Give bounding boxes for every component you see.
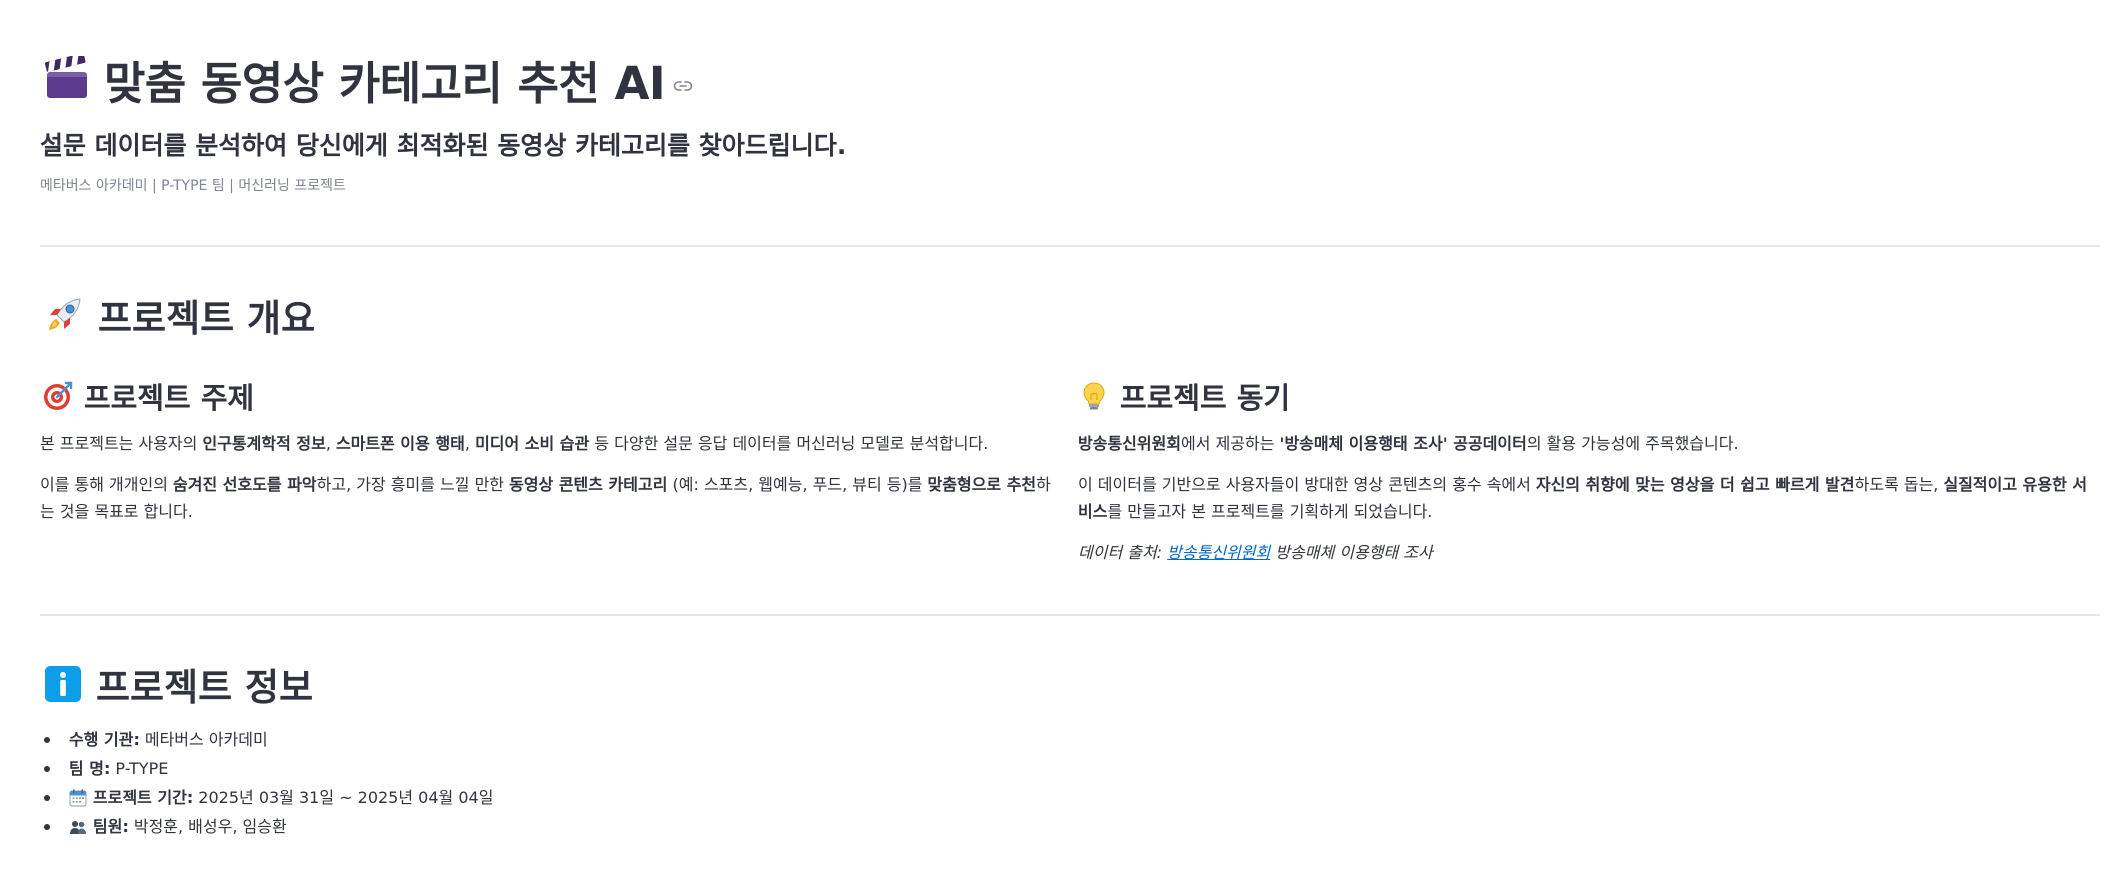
subsection-title-motive: 프로젝트 동기 bbox=[1078, 375, 1290, 417]
info-icon bbox=[45, 666, 81, 702]
project-info-list: 수행 기관: 메타버스 아카데미 팀 명: P-TYPE 프로젝트 기간: 20… bbox=[40, 725, 493, 841]
light-bulb-icon bbox=[1083, 382, 1105, 410]
motive-paragraph-1: 방송통신위원회에서 제공하는 '방송매체 이용행태 조사' 공공데이터의 활용 … bbox=[1078, 434, 1739, 453]
data-source-link[interactable]: 방송통신위원회 bbox=[1167, 543, 1270, 562]
page-subtitle: 설문 데이터를 분석하여 당신에게 최적화된 동영상 카테고리를 찾아드립니다. bbox=[40, 131, 847, 160]
motive-paragraph-2: 이 데이터를 기반으로 사용자들이 방대한 영상 콘텐츠의 홍수 속에서 자신의… bbox=[1078, 475, 2088, 521]
target-icon bbox=[44, 381, 73, 410]
topic-paragraph-2: 이를 통해 개개인의 숨겨진 선호도를 파악하고, 가장 흥미를 느낄 만한 동… bbox=[40, 475, 1051, 521]
section-title-overview: 프로젝트 개요 bbox=[44, 288, 315, 342]
list-item: 프로젝트 기간: 2025년 03월 31일 ~ 2025년 04월 04일 bbox=[40, 783, 493, 812]
page-caption: 메타버스 아카데미 | P-TYPE 팀 | 머신러닝 프로젝트 bbox=[40, 178, 346, 194]
divider bbox=[40, 614, 2100, 616]
clapper-board-icon bbox=[45, 56, 87, 98]
people-icon bbox=[70, 820, 86, 834]
rocket-icon bbox=[49, 298, 81, 330]
divider bbox=[40, 245, 2100, 247]
list-item: 수행 기관: 메타버스 아카데미 bbox=[40, 725, 493, 754]
data-source-note: 데이터 출처: 방송통신위원회 방송매체 이용행태 조사 bbox=[1078, 543, 1433, 562]
link-icon[interactable] bbox=[673, 76, 693, 96]
topic-paragraph-1: 본 프로젝트는 사용자의 인구통계학적 정보, 스마트폰 이용 행태, 미디어 … bbox=[40, 434, 989, 453]
page-title-row: 맞춤 동영상 카테고리 추천 AI bbox=[44, 44, 693, 114]
list-item: 팀 명: P-TYPE bbox=[40, 754, 493, 783]
section-title-info: 프로젝트 정보 bbox=[44, 657, 313, 711]
calendar-icon bbox=[69, 789, 87, 806]
list-item: 팀원: 박정훈, 배성우, 임승환 bbox=[40, 812, 493, 841]
subsection-title-topic: 프로젝트 주제 bbox=[42, 375, 254, 417]
page-title: 맞춤 동영상 카테고리 추천 AI bbox=[104, 56, 666, 110]
